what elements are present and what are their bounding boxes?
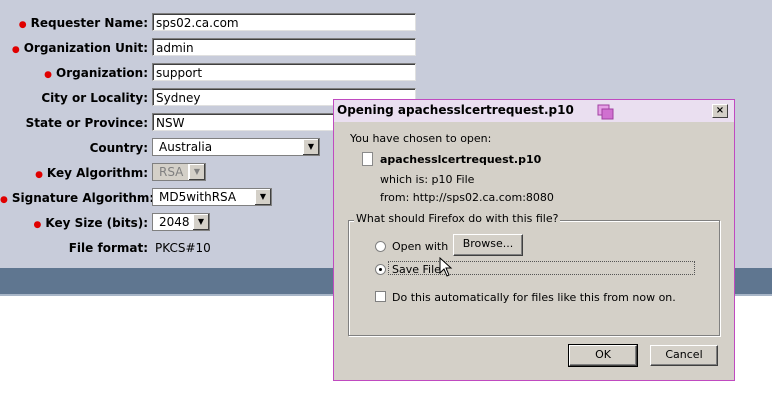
dropdown-value: RSA — [159, 165, 184, 179]
dropdown-value: MD5withRSA — [159, 190, 237, 204]
field-label-text: Organization: — [56, 66, 148, 80]
field-label-text: Signature Algorithm: — [11, 191, 155, 205]
dropdown-select[interactable]: Australia ▼ — [152, 138, 320, 156]
chevron-down-icon[interactable]: ▼ — [192, 214, 209, 230]
chevron-down-icon[interactable]: ▼ — [254, 189, 271, 205]
field-label: ● Key Algorithm: — [0, 163, 148, 183]
field-label-text: City or Locality: — [41, 91, 148, 105]
text-input[interactable]: admin — [152, 38, 416, 56]
action-group-legend: What should Firefox do with this file? — [354, 212, 561, 225]
field-label: City or Locality: — [0, 88, 148, 108]
required-marker-icon: ● — [0, 195, 8, 205]
field-label: ● Organization: — [0, 63, 148, 83]
field-label-text: State or Province: — [25, 116, 148, 130]
text-input[interactable]: sps02.ca.com — [152, 13, 416, 31]
save-file-radio[interactable] — [375, 264, 386, 275]
form-row: ● Organization: support — [0, 63, 430, 83]
form-row: ● Requester Name: sps02.ca.com — [0, 13, 430, 33]
auto-label[interactable]: Do this automatically for files like thi… — [392, 291, 676, 304]
dropdown-value: 2048 — [159, 215, 190, 229]
field-label: ● Requester Name: — [0, 13, 148, 33]
field-label: ● Organization Unit: — [0, 38, 148, 58]
dropdown-value: Australia — [159, 140, 213, 154]
dropdown-select[interactable]: 2048 ▼ — [152, 213, 210, 231]
dialog-title: Opening apachesslcertrequest.p10 — [337, 103, 574, 117]
form-row: ● Organization Unit: admin — [0, 38, 430, 58]
file-type: which is: p10 File — [380, 173, 475, 186]
chevron-down-icon[interactable]: ▼ — [302, 139, 319, 155]
close-icon[interactable]: × — [712, 104, 728, 118]
static-value: PKCS#10 — [155, 241, 211, 255]
field-label: Country: — [0, 138, 148, 158]
required-marker-icon: ● — [44, 70, 53, 80]
dropdown-select[interactable]: MD5withRSA ▼ — [152, 188, 272, 206]
required-marker-icon: ● — [33, 220, 42, 230]
cancel-button[interactable]: Cancel — [650, 345, 718, 366]
windows-icon — [597, 104, 614, 120]
auto-checkbox[interactable] — [375, 291, 386, 302]
field-label-text: Requester Name: — [30, 16, 148, 30]
file-icon — [362, 152, 373, 166]
field-label: ● Key Size (bits): — [0, 213, 149, 233]
action-group — [348, 220, 720, 336]
field-label-text: Organization Unit: — [23, 41, 148, 55]
text-input[interactable]: support — [152, 63, 416, 81]
dialog-titlebar[interactable]: Opening apachesslcertrequest.p10 × — [334, 100, 734, 122]
browse-button[interactable]: Browse... — [453, 234, 523, 256]
field-label-text: Key Algorithm: — [46, 166, 148, 180]
field-label: ● Signature Algorithm: — [0, 188, 154, 208]
required-marker-icon: ● — [35, 170, 43, 180]
file-name: apachesslcertrequest.p10 — [380, 153, 542, 166]
open-with-radio[interactable] — [375, 241, 386, 252]
file-source: from: http://sps02.ca.com:8080 — [380, 191, 554, 204]
required-marker-icon: ● — [18, 20, 27, 30]
save-file-label[interactable]: Save File — [392, 263, 441, 276]
field-label-text: File format: — [68, 241, 148, 255]
dropdown-select: RSA ▼ — [152, 163, 206, 181]
download-dialog: Opening apachesslcertrequest.p10 × You h… — [333, 99, 735, 381]
field-label: File format: — [0, 238, 148, 258]
chevron-down-icon[interactable]: ▼ — [188, 164, 205, 180]
field-label-text: Key Size (bits): — [45, 216, 148, 230]
chosen-text: You have chosen to open: — [350, 132, 492, 145]
mouse-cursor-icon — [439, 257, 453, 277]
ok-button[interactable]: OK — [568, 344, 638, 367]
field-label-text: Country: — [89, 141, 148, 155]
required-marker-icon: ● — [11, 45, 20, 55]
open-with-label[interactable]: Open with — [392, 240, 448, 253]
field-label: State or Province: — [0, 113, 148, 133]
